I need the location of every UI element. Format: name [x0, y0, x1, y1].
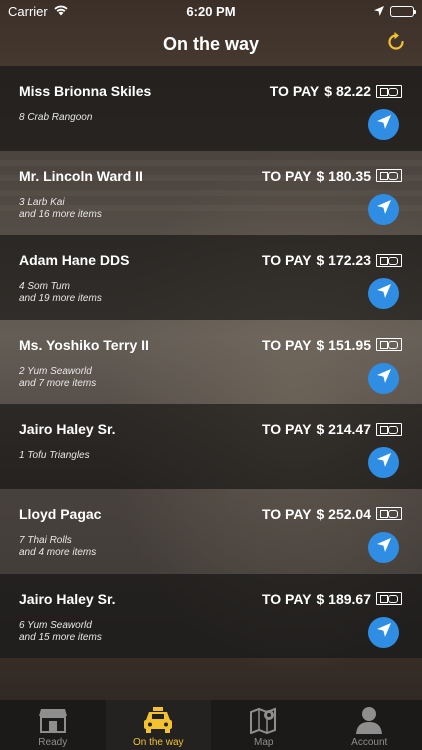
order-row[interactable]: Mr. Lincoln Ward II TO PAY $ 180.35 3 La… — [0, 150, 422, 236]
items-more: and 7 more items — [19, 377, 97, 389]
cash-icon — [376, 169, 402, 183]
amount: $ 172.23 — [316, 252, 372, 269]
store-icon — [37, 704, 69, 736]
navigation-bar: On the way — [0, 22, 422, 66]
navigation-arrow-icon — [376, 114, 392, 135]
tab-label: On the way — [132, 737, 184, 748]
order-items: 6 Yum Seaworld and 15 more items — [19, 620, 102, 644]
user-icon — [353, 704, 385, 736]
customer-name: Miss Brionna Skiles — [19, 83, 152, 99]
order-items: 3 Larb Kai and 16 more items — [19, 197, 102, 221]
cash-icon — [376, 507, 402, 521]
cash-icon — [376, 592, 402, 606]
navigate-button[interactable] — [368, 531, 399, 563]
navigate-button[interactable] — [368, 193, 399, 225]
navigate-button[interactable] — [368, 278, 399, 310]
customer-name: Jairo Haley Sr. — [19, 590, 116, 607]
to-pay: TO PAY $ 189.67 — [262, 591, 402, 607]
tab-label: Account — [351, 737, 388, 748]
cash-icon — [376, 338, 402, 352]
to-pay-label: TO PAY — [261, 505, 312, 522]
to-pay-label: TO PAY — [269, 83, 320, 99]
items-first: 7 Thai Rolls — [19, 534, 72, 546]
order-items: 7 Thai Rolls and 4 more items — [19, 535, 96, 559]
items-first: 8 Crab Rangoon — [19, 112, 93, 123]
customer-name: Lloyd Pagac — [19, 505, 102, 522]
navigation-arrow-icon — [376, 283, 392, 304]
order-row[interactable]: Adam Hane DDS TO PAY $ 172.23 4 Som Tum … — [0, 235, 422, 320]
items-first: 1 Tofu Triangles — [19, 450, 90, 462]
items-first: 3 Larb Kai — [19, 196, 65, 208]
to-pay-label: TO PAY — [261, 590, 312, 607]
refresh-icon — [385, 31, 407, 58]
items-first: 4 Som Tum — [19, 281, 70, 293]
customer-name: Adam Hane DDS — [19, 252, 130, 269]
order-row[interactable]: Ms. Yoshiko Terry II TO PAY $ 151.95 2 Y… — [0, 319, 422, 405]
customer-name: Jairo Haley Sr. — [19, 421, 116, 438]
order-row[interactable]: Jairo Haley Sr. TO PAY $ 189.67 6 Yum Se… — [0, 573, 422, 659]
cash-icon — [376, 84, 402, 98]
navigate-button[interactable] — [368, 616, 399, 648]
wifi-icon — [53, 4, 69, 19]
navigate-button[interactable] — [368, 447, 399, 479]
tab-map[interactable]: Map — [211, 700, 317, 750]
amount: $ 252.04 — [316, 505, 372, 522]
order-items: 8 Crab Rangoon — [19, 112, 92, 124]
to-pay-label: TO PAY — [261, 336, 312, 353]
items-more: and 16 more items — [19, 208, 102, 220]
location-arrow-icon — [374, 4, 384, 19]
carrier-label: Carrier — [8, 3, 48, 19]
to-pay: TO PAY $ 252.04 — [262, 506, 402, 522]
navigate-button[interactable] — [368, 109, 399, 140]
cash-icon — [376, 253, 402, 267]
tab-label: Ready — [38, 737, 68, 748]
order-items: 2 Yum Seaworld and 7 more items — [19, 366, 96, 390]
navigation-arrow-icon — [376, 452, 392, 473]
items-more: and 19 more items — [19, 293, 102, 305]
navigation-arrow-icon — [376, 199, 392, 220]
to-pay: TO PAY $ 151.95 — [262, 337, 402, 353]
items-more: and 4 more items — [19, 546, 97, 558]
items-first: 6 Yum Seaworld — [19, 619, 92, 631]
to-pay: TO PAY $ 172.23 — [262, 252, 402, 268]
map-icon — [248, 704, 280, 736]
to-pay: TO PAY $ 214.47 — [262, 421, 402, 437]
cash-icon — [376, 422, 402, 436]
amount: $ 214.47 — [316, 421, 372, 438]
tab-ready[interactable]: Ready — [0, 700, 106, 750]
to-pay-label: TO PAY — [261, 252, 312, 269]
navigate-button[interactable] — [368, 362, 399, 394]
amount: $ 82.22 — [324, 83, 371, 99]
tab-account[interactable]: Account — [317, 700, 422, 750]
customer-name: Ms. Yoshiko Terry II — [19, 336, 149, 353]
tab-label: Map — [254, 737, 274, 748]
status-bar: Carrier 6:20 PM — [0, 0, 422, 22]
tab-bar: Ready On the way Map Account — [0, 700, 422, 750]
orders-list: Miss Brionna Skiles TO PAY $ 82.22 8 Cra… — [0, 66, 422, 659]
battery-icon — [390, 5, 416, 17]
navigation-arrow-icon — [376, 537, 392, 558]
to-pay: TO PAY $ 82.22 — [270, 83, 402, 99]
navigation-arrow-icon — [376, 622, 392, 643]
order-row[interactable]: Miss Brionna Skiles TO PAY $ 82.22 8 Cra… — [0, 66, 422, 151]
items-more: and 15 more items — [19, 631, 102, 643]
taxi-icon — [142, 704, 174, 736]
order-items: 4 Som Tum and 19 more items — [19, 281, 102, 305]
to-pay: TO PAY $ 180.35 — [262, 168, 402, 184]
navigation-arrow-icon — [376, 368, 392, 389]
order-items: 1 Tofu Triangles — [19, 450, 90, 462]
amount: $ 180.35 — [316, 167, 372, 184]
amount: $ 151.95 — [316, 336, 372, 353]
customer-name: Mr. Lincoln Ward II — [19, 167, 143, 184]
refresh-button[interactable] — [382, 30, 410, 58]
order-row[interactable]: Jairo Haley Sr. TO PAY $ 214.47 1 Tofu T… — [0, 404, 422, 489]
items-first: 2 Yum Seaworld — [19, 365, 92, 377]
to-pay-label: TO PAY — [261, 167, 312, 184]
to-pay-label: TO PAY — [261, 421, 312, 438]
amount: $ 189.67 — [316, 590, 372, 607]
order-row[interactable]: Lloyd Pagac TO PAY $ 252.04 7 Thai Rolls… — [0, 488, 422, 574]
page-title: On the way — [162, 33, 260, 54]
tab-on-the-way[interactable]: On the way — [105, 700, 211, 750]
